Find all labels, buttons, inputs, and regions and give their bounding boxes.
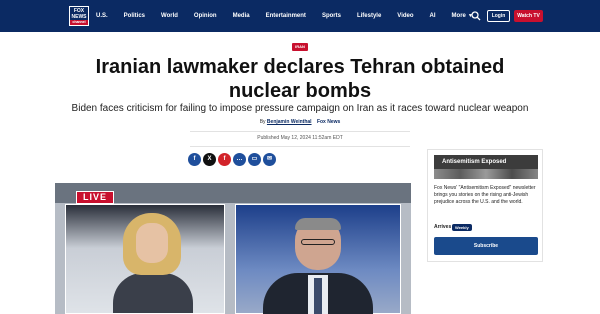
print-icon[interactable]: ▭	[248, 153, 261, 166]
logo-line-3: channel	[70, 20, 88, 25]
author-link[interactable]: Benjamin Weinthal	[267, 119, 312, 125]
publisher-link[interactable]: Fox News	[317, 119, 340, 125]
nav-more-menu[interactable]: More ▼	[452, 0, 473, 32]
divider	[190, 146, 410, 147]
newsletter-description: Fox News' "Antisemitism Exposed" newslet…	[434, 185, 536, 205]
byline-prefix: By	[259, 119, 266, 125]
email-icon[interactable]: ✉	[263, 153, 276, 166]
nav-item-sports[interactable]: Sports	[322, 0, 341, 32]
nav-item-world[interactable]: World	[161, 0, 178, 32]
newsletter-banner-image	[434, 169, 538, 179]
top-navigation-bar: FOX NEWS channel U.S. Politics World Opi…	[0, 0, 600, 32]
nav-item-video[interactable]: Video	[397, 0, 413, 32]
nav-more-label: More	[451, 13, 466, 19]
newsletter-promo: Antisemitism Exposed Fox News' "Antisemi…	[427, 149, 543, 262]
subscribe-button[interactable]: Subscribe	[434, 237, 538, 255]
guest-glasses	[301, 239, 335, 245]
category-tag[interactable]: IRAN	[292, 43, 308, 51]
facebook-icon[interactable]: f	[188, 153, 201, 166]
article-headline: Iranian lawmaker declares Tehran obtaine…	[95, 56, 505, 102]
nav-item-opinion[interactable]: Opinion	[194, 0, 217, 32]
search-icon[interactable]	[471, 11, 481, 21]
main-nav: U.S. Politics World Opinion Media Entert…	[96, 0, 473, 32]
byline: By Benjamin Weinthal Fox News	[60, 119, 540, 126]
x-icon[interactable]: X	[203, 153, 216, 166]
frequency-badge: Weekly	[452, 224, 472, 231]
nav-item-lifestyle[interactable]: Lifestyle	[357, 0, 381, 32]
share-buttons: f Xf… ▭ ✉	[188, 153, 278, 167]
watch-tv-button[interactable]: Watch TV	[514, 10, 543, 22]
newsletter-title: Antisemitism Exposed	[442, 159, 507, 165]
flipboard-icon[interactable]: f	[218, 153, 231, 166]
guest-tie	[314, 278, 322, 314]
anchor-face	[136, 223, 168, 263]
video-player[interactable]: LIVE	[55, 183, 411, 314]
nav-item-ai[interactable]: AI	[430, 0, 436, 32]
comment-icon[interactable]: …	[233, 153, 246, 166]
nav-item-us[interactable]: U.S.	[96, 0, 108, 32]
divider	[190, 131, 410, 132]
guest-hair	[295, 218, 341, 230]
newsletter-banner[interactable]: Antisemitism Exposed	[434, 155, 538, 179]
arrives-label: Arrives	[434, 224, 452, 230]
nav-item-entertainment[interactable]: Entertainment	[266, 0, 306, 32]
article-subheadline: Biden faces criticism for failing to imp…	[71, 103, 529, 114]
nav-item-media[interactable]: Media	[233, 0, 250, 32]
published-timestamp: Published May 12, 2024 11:52am EDT	[257, 135, 343, 141]
login-button[interactable]: Login	[487, 10, 510, 22]
fox-news-logo[interactable]: FOX NEWS channel	[69, 6, 89, 26]
live-badge: LIVE	[76, 191, 114, 204]
nav-item-politics[interactable]: Politics	[124, 0, 145, 32]
anchor-figure	[113, 273, 193, 313]
